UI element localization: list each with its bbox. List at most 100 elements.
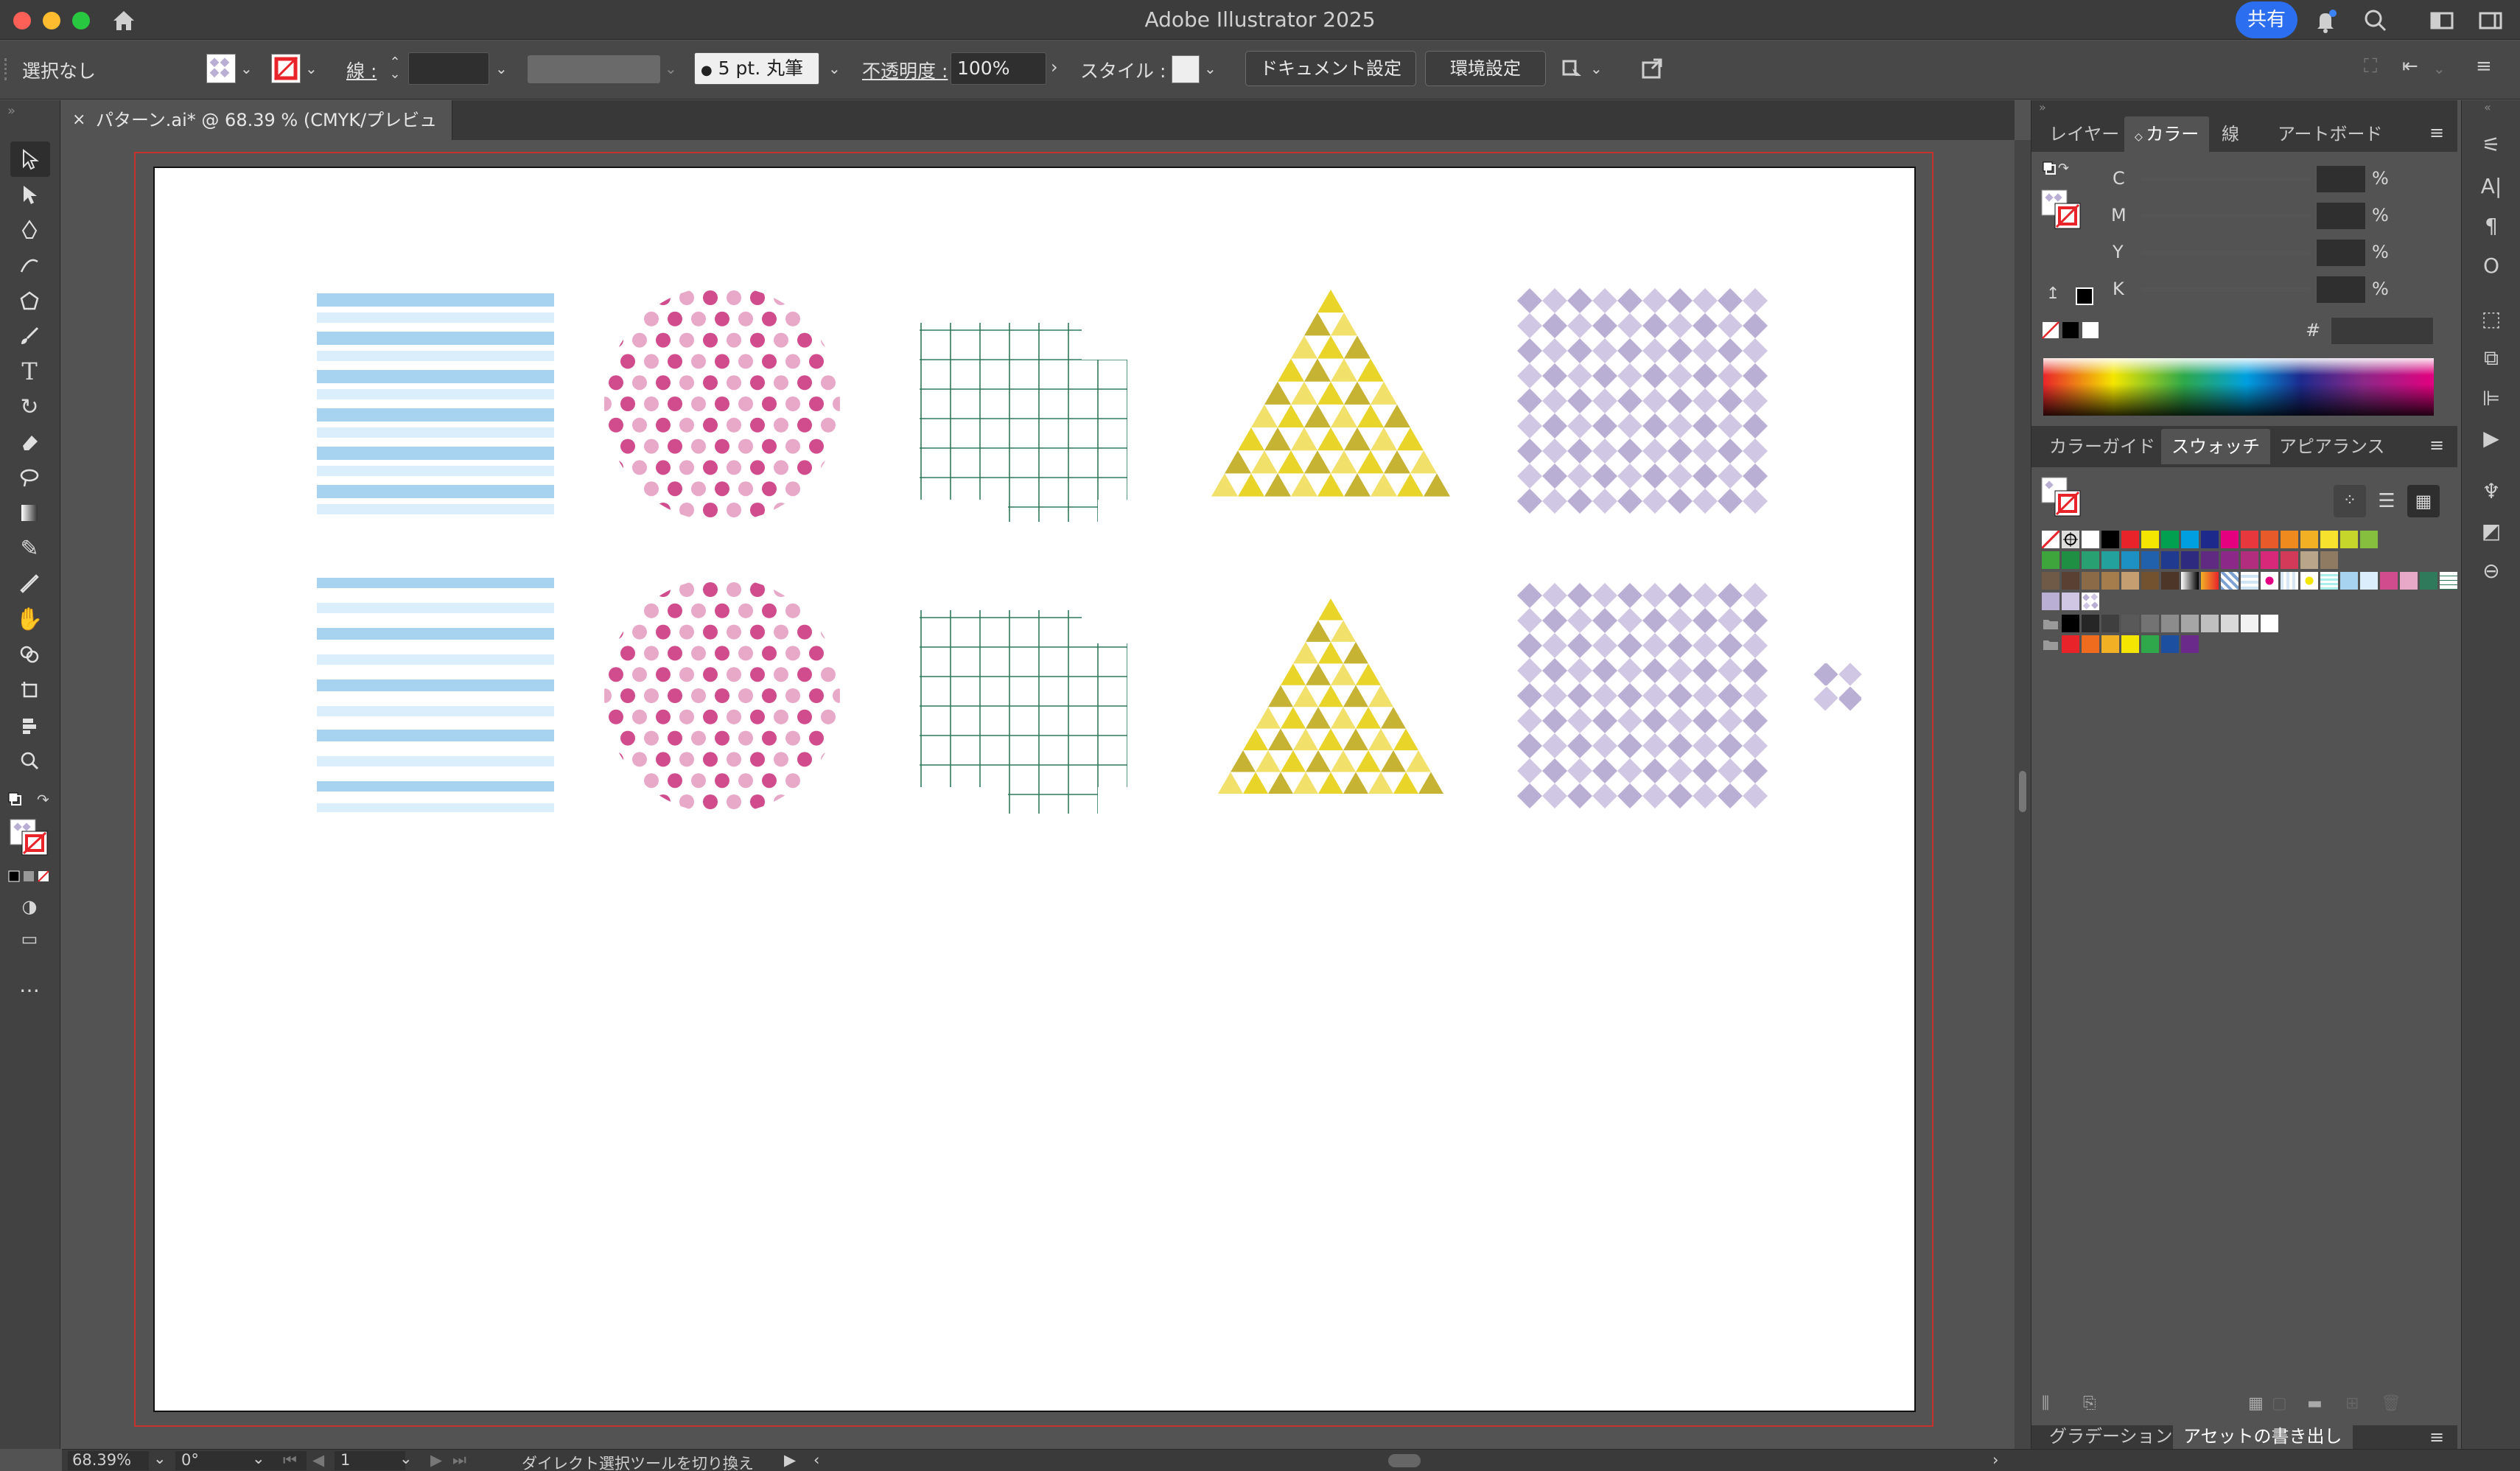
strip-grip[interactable]: « [2484,100,2491,114]
swatch[interactable] [2082,615,2099,632]
character-icon[interactable]: A| [2477,171,2506,200]
pattern-swatch[interactable] [2181,572,2199,590]
brush-definition[interactable]: ● 5 pt. 丸筆 [694,52,819,85]
export-icon[interactable] [1637,54,1667,83]
workspace-icon[interactable] [2427,6,2457,35]
none-swatch[interactable] [2040,529,2061,550]
arrange-documents-icon[interactable] [1558,54,1587,83]
tab-artboards[interactable]: アートボード [2267,116,2393,152]
pattern-swatch[interactable] [2221,572,2239,590]
share-button[interactable]: 共有 [2236,1,2297,38]
stroke-weight-input[interactable] [408,52,489,85]
swatch[interactable] [2261,531,2278,548]
swatch[interactable] [2161,615,2179,632]
bell-icon[interactable] [2311,6,2340,35]
stroke-dropdown-icon[interactable]: ⌄ [305,60,318,77]
swatch[interactable] [2121,635,2139,653]
swatch[interactable] [2300,551,2318,569]
graph-tool-icon[interactable] [13,709,46,741]
list-view-icon[interactable]: ☰ [2370,485,2403,517]
swatch[interactable] [2101,551,2119,569]
screen-mode-icon[interactable]: ▭ [13,923,46,955]
opacity-arrow-icon[interactable]: › [1051,57,1058,77]
pattern-swatch[interactable] [2340,572,2358,590]
swatch[interactable] [2181,635,2199,653]
document-settings-button[interactable]: ドキュメント設定 [1245,51,1416,86]
artboard-number-input[interactable]: 1 [335,1451,405,1470]
stroke-stepper[interactable]: ⌃ ⌄ [386,56,404,82]
align-panel-icon[interactable]: ⊫ [2477,383,2506,413]
first-artboard-icon[interactable]: ⏮ [283,1451,297,1470]
swatch[interactable] [2281,531,2298,548]
grid-pattern-top[interactable] [914,293,1135,529]
pattern-tile-outside[interactable] [1810,659,1869,718]
scroll-right-icon[interactable]: › [1992,1451,1998,1469]
swatch[interactable] [2141,551,2159,569]
swatch[interactable] [2320,531,2338,548]
next-artboard-icon[interactable]: ▶ [430,1451,442,1469]
panel-toggle-icon[interactable] [2476,6,2505,35]
more-tools-icon[interactable]: … [13,968,46,1001]
swatch[interactable] [2141,572,2159,590]
swatch[interactable] [2181,551,2199,569]
links-icon[interactable]: ⊖ [2477,556,2506,585]
swatch[interactable] [2241,615,2258,632]
align-icon[interactable]: ⇤ [2402,55,2429,82]
paintbrush-tool-icon[interactable] [13,320,46,352]
swatch[interactable] [2121,531,2139,548]
delete-swatch-icon[interactable]: 🗑 [2381,1394,2401,1413]
thumbnail-view-icon[interactable]: ▦ [2407,485,2440,517]
swatch[interactable] [2141,635,2159,653]
polka-dot-pattern-bottom[interactable] [573,561,883,831]
zoom-tool-icon[interactable] [13,744,46,777]
swatch[interactable] [2042,551,2059,569]
arrange-dropdown-icon[interactable]: ⌄ [1590,60,1603,77]
swatch[interactable] [2082,572,2099,590]
yellow-slider[interactable] [2141,251,2311,255]
new-color-group-icon[interactable]: ▬ [2307,1394,2323,1413]
opentype-icon[interactable]: O [2477,251,2506,280]
variable-width-profile[interactable] [528,55,660,83]
yellow-input[interactable] [2316,239,2366,267]
cyan-input[interactable] [2316,165,2366,193]
align-dropdown-icon[interactable]: ⌄ [2433,60,2446,77]
diamond-pattern-bottom[interactable] [1517,583,1768,808]
graphic-style-swatch[interactable] [1172,55,1200,83]
style-dropdown-icon[interactable]: ⌄ [1204,60,1217,77]
artboard-dropdown-icon[interactable]: ⌄ [399,1450,413,1467]
grid-pattern-bottom[interactable] [914,581,1135,817]
transform-icon[interactable]: ⬚ [2477,304,2506,333]
pattern-swatch[interactable] [2281,572,2298,590]
stroke-weight-dropdown-icon[interactable]: ⌄ [495,60,508,77]
artboard-tool-icon[interactable] [13,674,46,706]
bottom-panel-menu-icon[interactable]: ≡ [2429,1427,2444,1447]
document-tab[interactable]: × パターン.ai* @ 68.39 % (CMYK/プレビュー) [62,100,452,170]
tab-color-guide[interactable]: カラーガイド [2039,429,2166,464]
place-swatches-icon[interactable]: ⎘ [2083,1394,2096,1413]
isolate-icon[interactable]: ⛶ [2364,55,2390,82]
swatch[interactable] [2062,551,2079,569]
swatch[interactable] [2181,615,2199,632]
diamond-pattern-top[interactable] [1517,288,1768,514]
actions-icon[interactable]: ▶ [2477,423,2506,453]
color-group-folder-icon[interactable] [2042,635,2059,653]
swatch[interactable] [2062,593,2079,610]
hex-input[interactable] [2331,317,2434,345]
swatch[interactable] [2101,615,2119,632]
stripe-pattern-bottom[interactable] [317,578,554,812]
swatch[interactable] [2241,551,2258,569]
draw-mode-icon[interactable]: ◑ [13,890,46,923]
black-input[interactable] [2316,276,2366,304]
tab-swatches[interactable]: スウォッチ [2161,429,2270,464]
preferences-button[interactable]: 環境設定 [1425,51,1546,86]
swatch[interactable] [2062,572,2079,590]
swatch[interactable] [2221,551,2239,569]
search-icon[interactable] [2361,6,2390,35]
swatch[interactable] [2082,531,2099,548]
swatch[interactable] [2082,635,2099,653]
tab-appearance[interactable]: アピアランス [2269,429,2395,464]
artboard[interactable] [153,167,1916,1412]
color-mode-icons[interactable] [7,867,53,884]
fill-swatch[interactable] [206,54,236,83]
swatch[interactable] [2042,593,2059,610]
